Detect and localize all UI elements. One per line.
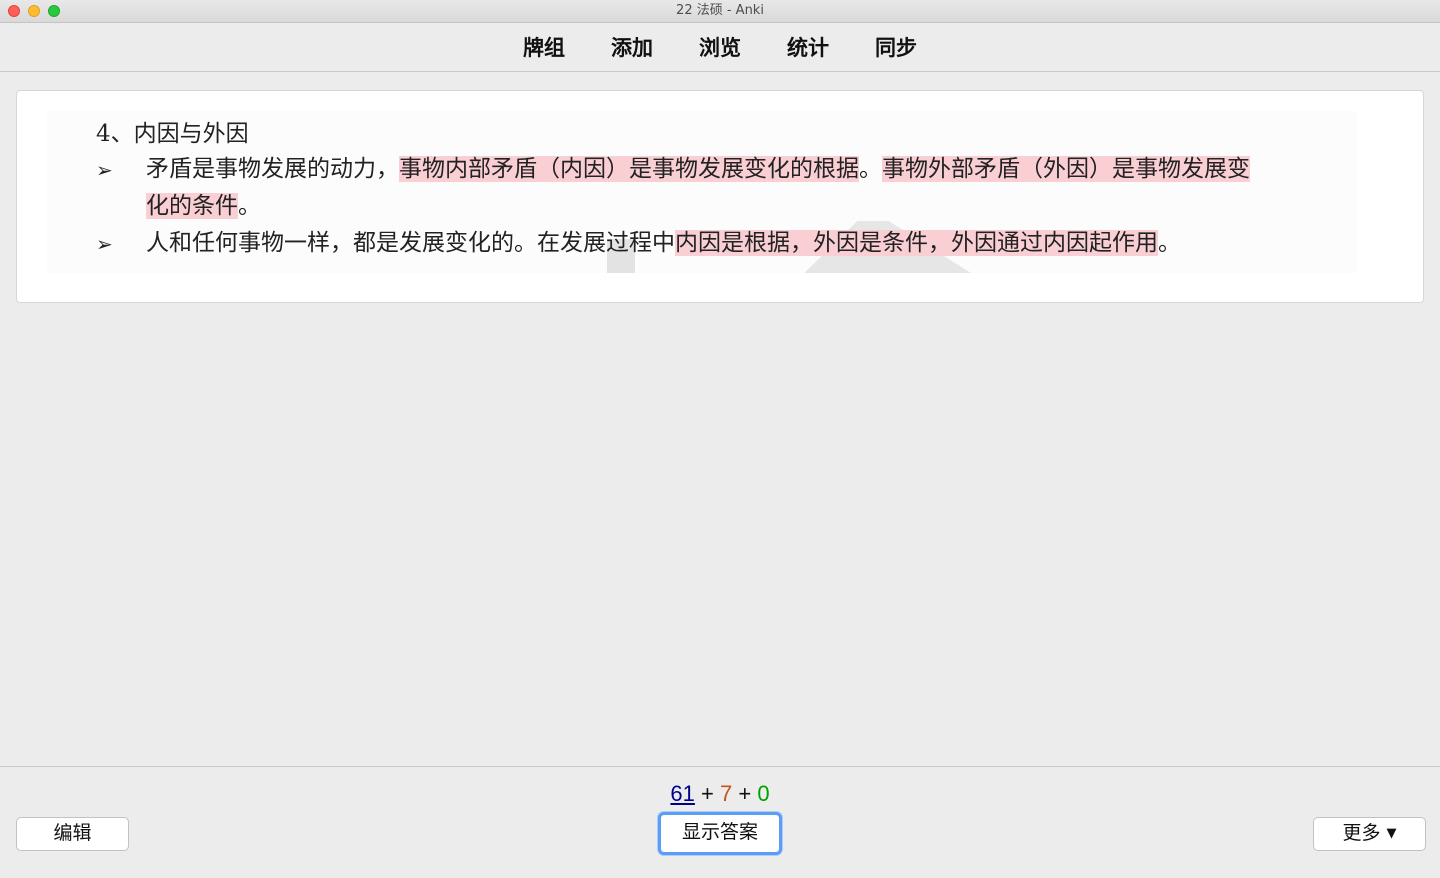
item-text: 矛盾是事物发展的动力， xyxy=(146,156,399,182)
card-image-content: 4、内因与外因 ➢ 矛盾是事物发展的动力，事物内部矛盾（内因）是事物发展变化的根… xyxy=(47,111,1357,273)
bottom-bar: 61 + 7 + 0 编辑 显示答案 更多 ▼ xyxy=(0,766,1440,878)
plus-sign: + xyxy=(694,781,720,806)
card-item-2: 人和任何事物一样，都是发展变化的。在发展过程中内因是根据，外因是条件，外因通过内… xyxy=(146,225,1346,262)
plus-sign: + xyxy=(732,781,758,806)
menu-stats[interactable]: 统计 xyxy=(785,32,831,62)
caret-down-icon: ▼ xyxy=(1386,825,1397,841)
learning-count: 7 xyxy=(719,781,733,806)
due-counts: 61 + 7 + 0 xyxy=(0,781,1440,807)
new-count[interactable]: 61 xyxy=(670,781,694,806)
review-card: 4、内因与外因 ➢ 矛盾是事物发展的动力，事物内部矛盾（内因）是事物发展变化的根… xyxy=(16,90,1424,303)
highlighted-text: 内因是根据，外因是条件，外因通过内因起作用 xyxy=(675,230,1158,256)
card-heading: 4、内因与外因 xyxy=(96,121,249,147)
menu-browse[interactable]: 浏览 xyxy=(697,32,743,62)
more-button[interactable]: 更多 ▼ xyxy=(1313,817,1426,851)
show-answer-button[interactable]: 显示答案 xyxy=(658,812,782,855)
menu-sync[interactable]: 同步 xyxy=(873,32,919,62)
menu-add[interactable]: 添加 xyxy=(609,32,655,62)
title-bar: 22 法硕 - Anki xyxy=(0,0,1440,23)
edit-button[interactable]: 编辑 xyxy=(16,817,129,851)
more-label: 更多 xyxy=(1342,822,1381,844)
bullet-arrow-icon: ➢ xyxy=(96,232,113,256)
item-text: 。 xyxy=(1158,230,1181,256)
highlighted-text: 事物内部矛盾（内因）是事物发展变化的根据 xyxy=(399,156,859,182)
item-text: 。 xyxy=(859,156,882,182)
item-text: 人和任何事物一样，都是发展变化的。在发展过程中 xyxy=(146,230,675,256)
window-title: 22 法硕 - Anki xyxy=(676,3,764,18)
top-menu: 牌组 添加 浏览 统计 同步 xyxy=(0,23,1440,72)
highlighted-text: 事物外部矛盾（外因）是事物发展变 xyxy=(882,156,1250,182)
highlighted-text: 化的条件 xyxy=(146,193,238,219)
bullet-arrow-icon: ➢ xyxy=(96,158,113,182)
review-count: 0 xyxy=(757,781,770,806)
card-item-1: 矛盾是事物发展的动力，事物内部矛盾（内因）是事物发展变化的根据。事物外部矛盾（外… xyxy=(146,151,1346,225)
menu-decks[interactable]: 牌组 xyxy=(521,32,567,62)
item-text: 。 xyxy=(238,193,261,219)
